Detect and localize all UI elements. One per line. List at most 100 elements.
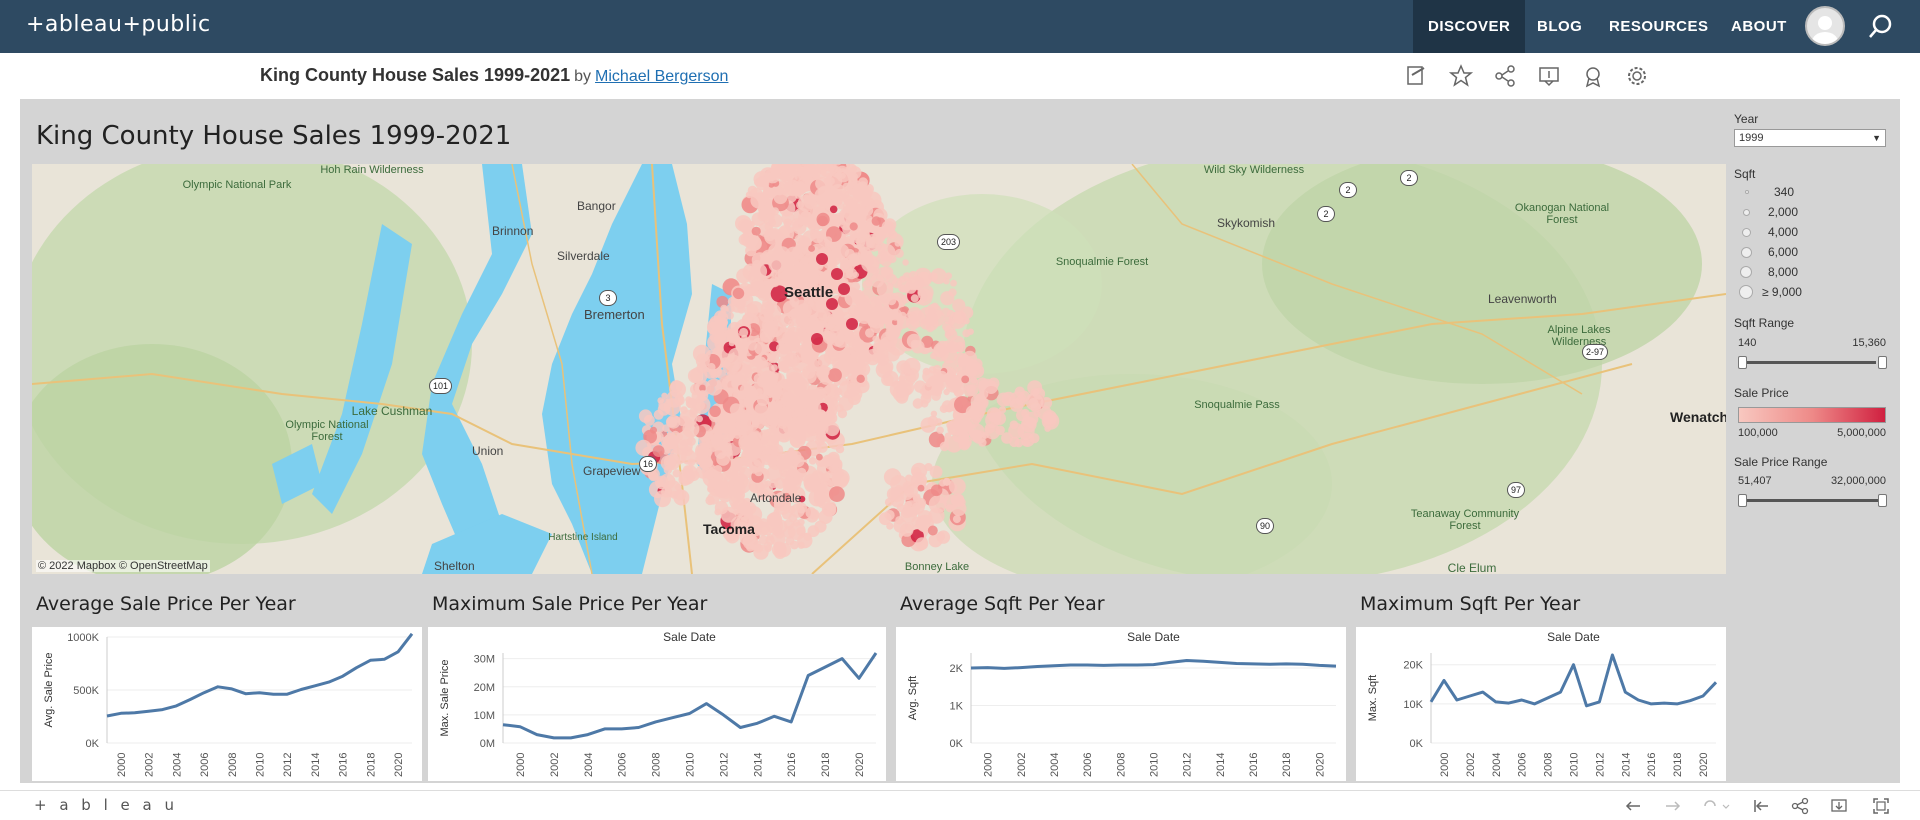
data-point[interactable] <box>1118 663 1122 667</box>
author-link[interactable]: Michael Bergerson <box>595 68 728 85</box>
data-point[interactable] <box>823 665 827 669</box>
sale-price-range-max-handle[interactable] <box>1878 494 1887 507</box>
year-dropdown[interactable]: 1999 ▼ <box>1734 129 1886 147</box>
data-point[interactable] <box>1442 678 1446 682</box>
data-point[interactable] <box>1235 662 1239 666</box>
data-point[interactable] <box>1052 664 1056 668</box>
data-point[interactable] <box>244 692 248 696</box>
data-point[interactable] <box>535 733 539 737</box>
data-point[interactable] <box>1035 665 1039 669</box>
data-point[interactable] <box>840 657 844 661</box>
data-point[interactable] <box>1494 700 1498 704</box>
max-sqft-chart[interactable]: Sale Date Max. Sqft 0K 10K 20K 2000 2002 2004 20… <box>1356 627 1726 781</box>
data-point[interactable] <box>772 714 776 718</box>
data-point[interactable] <box>341 674 345 678</box>
data-point[interactable] <box>410 632 414 636</box>
data-point[interactable] <box>1585 704 1589 708</box>
data-point[interactable] <box>1019 666 1023 670</box>
data-point[interactable] <box>1135 663 1139 667</box>
share-icon[interactable] <box>1791 797 1809 815</box>
nav-blog[interactable]: BLOG <box>1522 0 1597 53</box>
tableau-footer-logo[interactable]: + a b l e a u <box>34 796 178 814</box>
data-point[interactable] <box>327 680 331 684</box>
data-point[interactable] <box>1201 659 1205 663</box>
map-attribution[interactable]: © 2022 Mapbox © OpenStreetMap <box>36 560 210 572</box>
data-point[interactable] <box>857 676 861 680</box>
data-point[interactable] <box>1533 702 1537 706</box>
data-point[interactable] <box>1701 694 1705 698</box>
data-point[interactable] <box>285 692 289 696</box>
sale-price-range-min-handle[interactable] <box>1738 494 1747 507</box>
data-point[interactable] <box>1429 700 1433 704</box>
data-point[interactable] <box>552 736 556 740</box>
data-point[interactable] <box>174 704 178 708</box>
data-point[interactable] <box>216 685 220 689</box>
data-point[interactable] <box>1649 702 1653 706</box>
data-point[interactable] <box>299 688 303 692</box>
data-point[interactable] <box>688 712 692 716</box>
data-point[interactable] <box>1218 660 1222 664</box>
data-point[interactable] <box>1714 680 1718 684</box>
sale-price-range-track[interactable] <box>1742 499 1882 502</box>
data-point[interactable] <box>637 726 641 730</box>
data-point[interactable] <box>1468 694 1472 698</box>
data-point[interactable] <box>1185 659 1189 663</box>
edit-icon[interactable] <box>1404 63 1430 89</box>
data-point[interactable] <box>1662 701 1666 705</box>
data-point[interactable] <box>1284 662 1288 666</box>
download-icon[interactable] <box>1830 797 1854 815</box>
undo-icon[interactable] <box>1624 797 1642 815</box>
data-point[interactable] <box>1102 663 1106 667</box>
reset-start-icon[interactable] <box>1752 797 1770 815</box>
avg-sqft-chart[interactable]: Sale Date Avg. Sqft 0K 1K 2K 2000 2002 2004 2006… <box>896 627 1346 781</box>
data-point[interactable] <box>1688 699 1692 703</box>
tableau-public-logo[interactable]: +ableau+public <box>26 12 211 37</box>
data-point[interactable] <box>671 716 675 720</box>
data-point[interactable] <box>603 727 607 731</box>
data-point[interactable] <box>1085 663 1089 667</box>
sqft-range-max-handle[interactable] <box>1878 356 1887 369</box>
data-point[interactable] <box>986 666 990 670</box>
data-point[interactable] <box>1334 664 1338 668</box>
data-point[interactable] <box>1572 663 1576 667</box>
data-point[interactable] <box>806 674 810 678</box>
data-point[interactable] <box>721 713 725 717</box>
data-point[interactable] <box>1455 698 1459 702</box>
data-point[interactable] <box>1168 660 1172 664</box>
data-point[interactable] <box>654 720 658 724</box>
max-sale-price-chart[interactable]: Sale Date Max. Sale Price 0M 10M 20M 30M 2000 2… <box>428 627 886 781</box>
series-line[interactable] <box>106 632 414 718</box>
data-point[interactable] <box>161 708 165 712</box>
data-point[interactable] <box>1507 701 1511 705</box>
data-point[interactable] <box>313 684 317 688</box>
data-point[interactable] <box>1002 666 1006 670</box>
data-point[interactable] <box>1610 653 1614 657</box>
data-point[interactable] <box>105 714 109 718</box>
data-point[interactable] <box>1251 662 1255 666</box>
data-point[interactable] <box>738 726 742 730</box>
data-point[interactable] <box>586 733 590 737</box>
data-point[interactable] <box>620 727 624 731</box>
data-point[interactable] <box>202 691 206 695</box>
data-point[interactable] <box>230 687 234 691</box>
series-line[interactable] <box>1429 653 1718 708</box>
nav-about[interactable]: ABOUT <box>1716 0 1802 53</box>
data-point[interactable] <box>569 736 573 740</box>
data-point[interactable] <box>1152 663 1156 667</box>
sqft-range-track[interactable] <box>1742 361 1876 364</box>
series-line[interactable] <box>502 652 878 740</box>
data-point[interactable] <box>874 651 878 655</box>
search-icon[interactable] <box>1868 13 1896 41</box>
nav-discover[interactable]: DISCOVER <box>1413 0 1526 53</box>
badge-icon[interactable] <box>1580 63 1606 89</box>
data-point[interactable] <box>1597 700 1601 704</box>
data-point[interactable] <box>705 702 709 706</box>
data-point[interactable] <box>969 666 973 670</box>
data-point[interactable] <box>188 698 192 702</box>
data-point[interactable] <box>1623 690 1627 694</box>
data-point[interactable] <box>271 692 275 696</box>
data-point[interactable] <box>1675 702 1679 706</box>
data-point[interactable] <box>355 666 359 670</box>
user-avatar[interactable] <box>1805 6 1845 46</box>
data-point[interactable] <box>133 711 137 715</box>
